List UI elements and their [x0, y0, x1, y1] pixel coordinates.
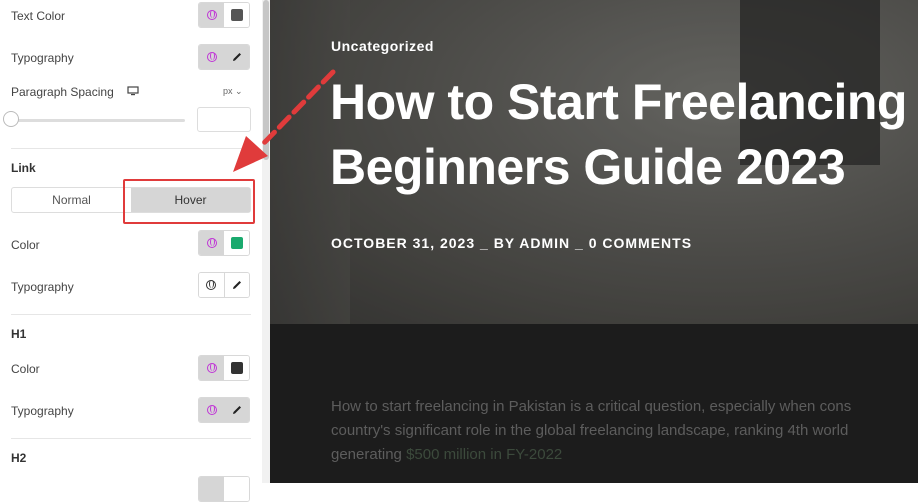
h1-color-swatch	[230, 362, 243, 374]
global-typography-button[interactable]	[199, 398, 224, 422]
edit-typography-button[interactable]	[224, 45, 249, 69]
h1-typography-label: Typography	[11, 404, 74, 418]
article-body: How to start freelancing in Pakistan is …	[270, 324, 918, 483]
globe-icon	[206, 405, 217, 415]
slider-handle[interactable]	[3, 111, 19, 127]
globe-icon	[206, 363, 217, 373]
post-title-line-1: How to Start Freelancing	[330, 74, 907, 130]
h2-color-picker[interactable]	[224, 477, 249, 501]
article-line: How to start freelancing in Pakistan is …	[331, 398, 852, 415]
paragraph-spacing-label: Paragraph Spacing	[11, 85, 114, 99]
divider	[11, 148, 251, 149]
global-typography-button[interactable]	[199, 45, 224, 69]
desktop-icon[interactable]	[127, 86, 139, 96]
style-panel: Text Color Typography Paragraph Spacing …	[0, 0, 262, 502]
article-line: generating $500 million in FY-2022	[331, 443, 851, 467]
h2-color-control[interactable]	[198, 476, 250, 502]
h1-typography-control[interactable]	[198, 397, 250, 423]
hero-banner: Uncategorized How to Start Freelancing B…	[270, 0, 918, 324]
globe-icon	[206, 10, 217, 20]
link-section-title: Link	[11, 161, 36, 175]
globe-icon	[206, 280, 217, 290]
divider	[11, 438, 251, 439]
link-color-swatch	[230, 237, 243, 249]
global-colors-button[interactable]	[199, 231, 224, 255]
h2-section-title: H2	[11, 451, 27, 465]
post-title-line-2: Beginners Guide 2023	[330, 139, 846, 195]
paragraph-spacing-input[interactable]	[197, 107, 251, 132]
link-color-picker[interactable]	[224, 231, 249, 255]
text-color-control[interactable]	[198, 2, 250, 28]
link-typography-label: Typography	[11, 280, 74, 294]
article-line-text: generating	[331, 446, 407, 463]
text-color-picker[interactable]	[224, 3, 249, 27]
global-colors-button[interactable]	[199, 477, 224, 501]
text-color-swatch	[230, 9, 243, 21]
post-meta: OCTOBER 31, 2023 _ BY ADMIN _ 0 COMMENTS	[331, 235, 693, 251]
text-color-label: Text Color	[11, 9, 66, 23]
unit-select[interactable]: px ⌄	[223, 86, 243, 97]
paragraph-spacing-slider[interactable]	[11, 119, 185, 122]
link-color-control[interactable]	[198, 230, 250, 256]
pencil-icon	[232, 281, 241, 289]
pencil-icon	[232, 53, 241, 61]
h1-color-label: Color	[11, 362, 40, 376]
article-line: country's significant role in the global…	[331, 422, 849, 439]
h1-section-title: H1	[11, 327, 27, 341]
h1-color-picker[interactable]	[224, 356, 249, 380]
article-link[interactable]: $500 million in FY-2022	[406, 446, 562, 463]
divider	[11, 314, 251, 315]
pencil-icon	[232, 406, 241, 414]
link-typography-control[interactable]	[198, 272, 250, 298]
scrollbar-thumb[interactable]	[263, 0, 269, 160]
globe-icon	[206, 238, 217, 248]
globe-icon	[206, 52, 217, 62]
global-typography-button[interactable]	[199, 273, 225, 297]
link-color-label: Color	[11, 238, 40, 252]
global-colors-button[interactable]	[199, 3, 224, 27]
typography-control[interactable]	[198, 44, 250, 70]
post-category[interactable]: Uncategorized	[331, 38, 434, 54]
typography-label: Typography	[11, 51, 74, 65]
highlight-box	[123, 179, 255, 224]
edit-typography-button[interactable]	[224, 398, 249, 422]
tab-normal[interactable]: Normal	[12, 188, 131, 212]
edit-typography-button[interactable]	[224, 273, 249, 297]
panel-scrollbar[interactable]	[262, 0, 270, 483]
post-title: How to Start Freelancing Beginners Guide…	[330, 70, 907, 200]
global-colors-button[interactable]	[199, 356, 224, 380]
article-paragraph: How to start freelancing in Pakistan is …	[331, 395, 851, 467]
h1-color-control[interactable]	[198, 355, 250, 381]
